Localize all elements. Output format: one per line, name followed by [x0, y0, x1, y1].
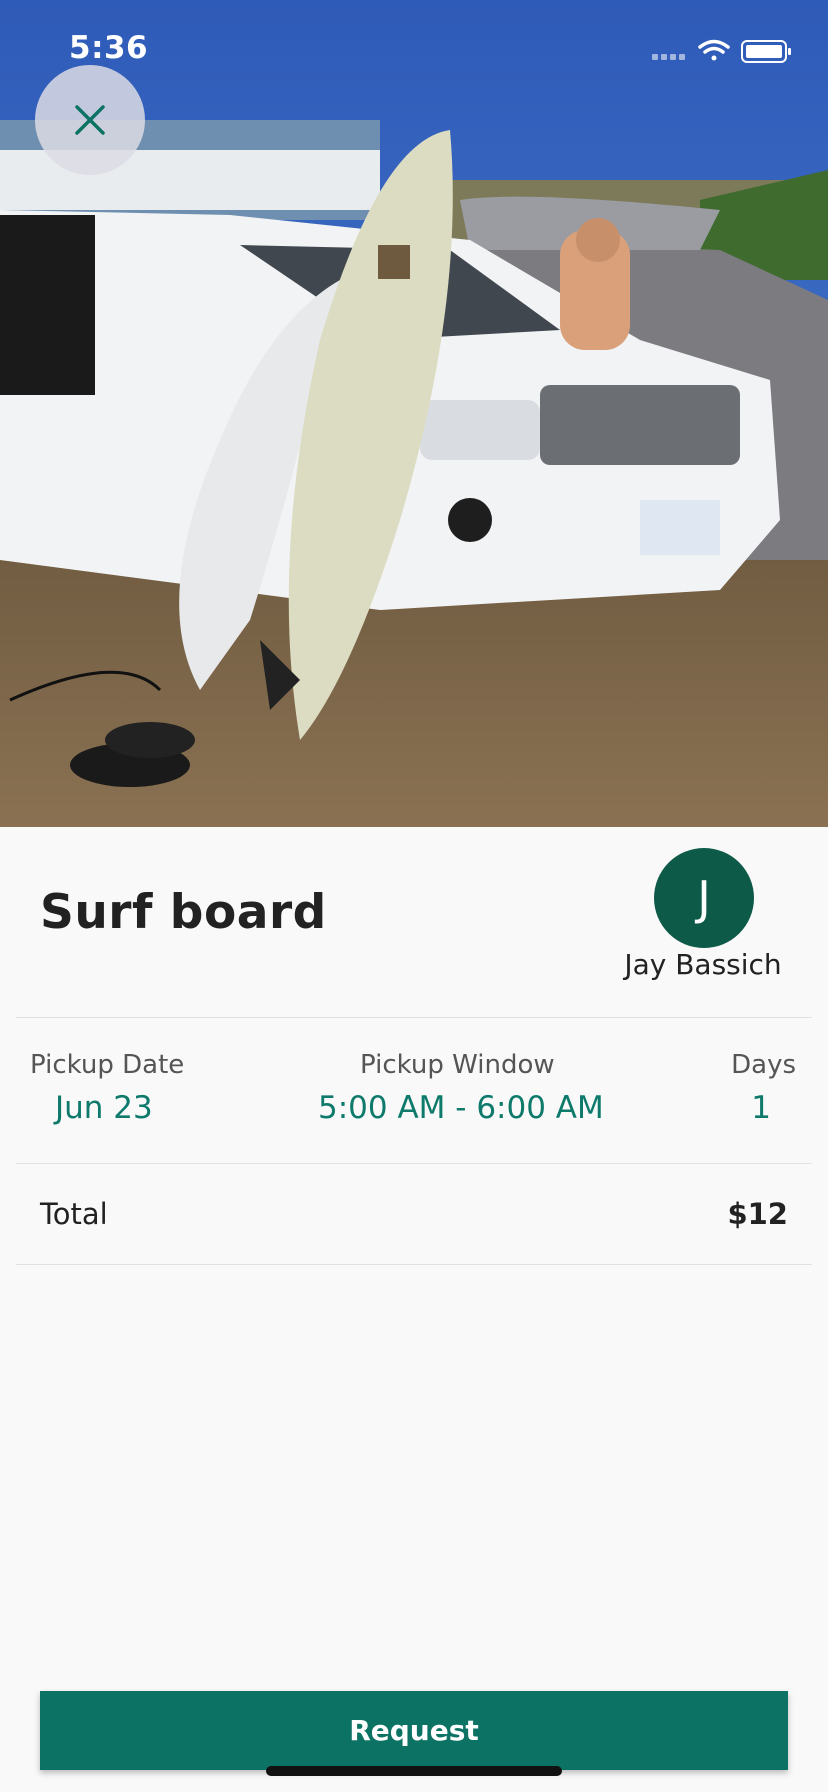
home-indicator [266, 1766, 562, 1776]
pickup-date-value: Jun 23 [55, 1090, 153, 1126]
pickup-window-value: 5:00 AM - 6:00 AM [318, 1090, 604, 1126]
pickup-window-label: Pickup Window [360, 1050, 555, 1080]
request-button[interactable]: Request [40, 1691, 788, 1770]
request-label: Request [349, 1714, 479, 1747]
listing-title: Surf board [40, 885, 327, 940]
total-value: $12 [727, 1197, 788, 1231]
days-label: Days [731, 1050, 796, 1080]
status-time: 5:36 [69, 30, 149, 66]
close-icon [75, 105, 105, 135]
battery-icon [741, 40, 791, 63]
divider [16, 1264, 812, 1265]
wifi-icon [698, 39, 730, 61]
divider [16, 1163, 812, 1164]
close-button[interactable] [35, 65, 145, 175]
status-icons [652, 36, 792, 70]
total-label: Total [40, 1197, 108, 1231]
divider [16, 1017, 812, 1018]
owner-initial: J [697, 871, 711, 925]
pickup-date-label: Pickup Date [30, 1050, 185, 1080]
days-value: 1 [751, 1090, 771, 1126]
owner-avatar[interactable]: J [654, 848, 754, 948]
cellular-signal-icon [652, 54, 685, 60]
owner-name[interactable]: Jay Bassich [560, 948, 828, 981]
